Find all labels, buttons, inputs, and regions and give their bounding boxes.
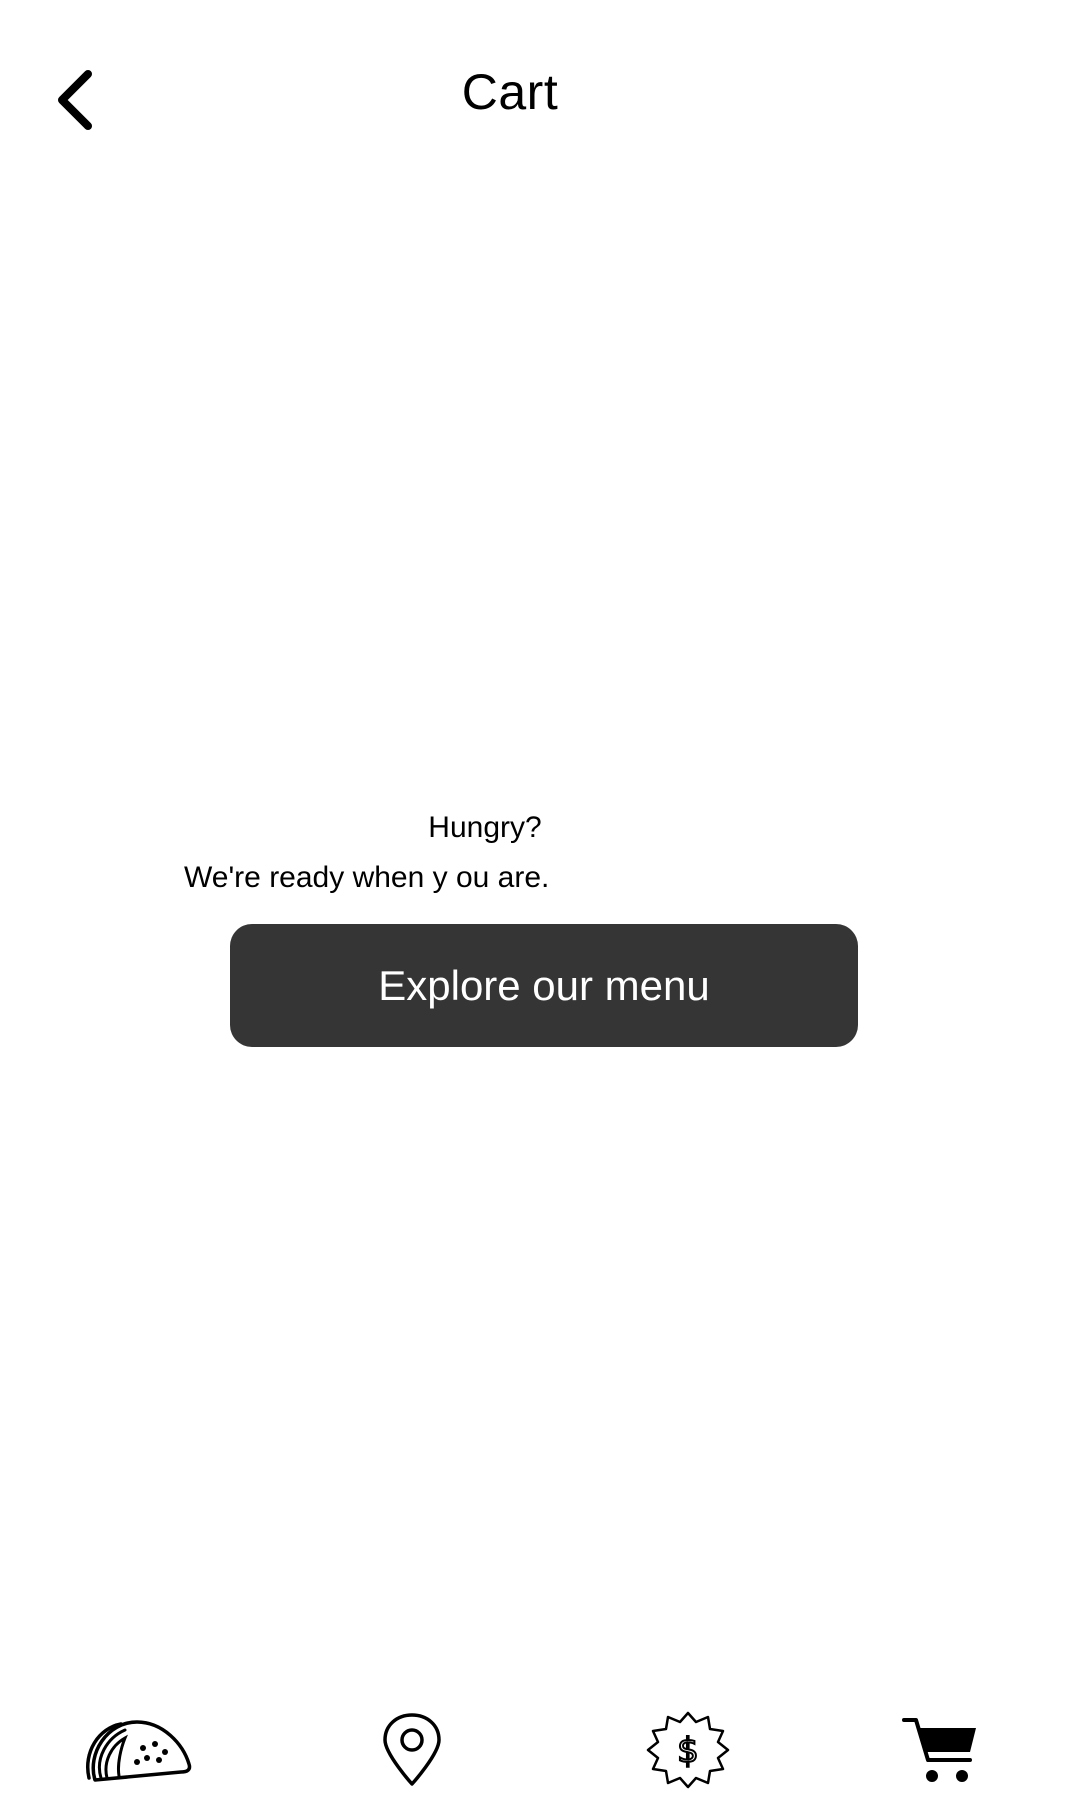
empty-cart-message: We're ready when y ou are. <box>184 861 550 894</box>
location-pin-icon <box>383 1713 441 1786</box>
tab-locations[interactable] <box>362 1700 462 1800</box>
page-title: Cart <box>461 64 559 120</box>
rewards-dollar-badge-icon: $ <box>646 1711 729 1789</box>
empty-cart-state: Hungry? We're ready when y ou are. Explo… <box>0 0 1080 1800</box>
tab-cart[interactable] <box>880 1700 1000 1800</box>
bottom-tab-bar: $ <box>0 1700 1080 1800</box>
explore-menu-button[interactable]: Explore our menu <box>230 924 858 1047</box>
tab-menu[interactable] <box>72 1700 202 1800</box>
svg-text:$: $ <box>677 1731 699 1771</box>
header: Cart <box>0 0 1080 190</box>
taco-icon <box>86 1720 192 1782</box>
tab-rewards[interactable]: $ <box>630 1700 745 1800</box>
empty-cart-heading: Hungry? <box>428 811 542 844</box>
cart-icon <box>902 1718 976 1782</box>
